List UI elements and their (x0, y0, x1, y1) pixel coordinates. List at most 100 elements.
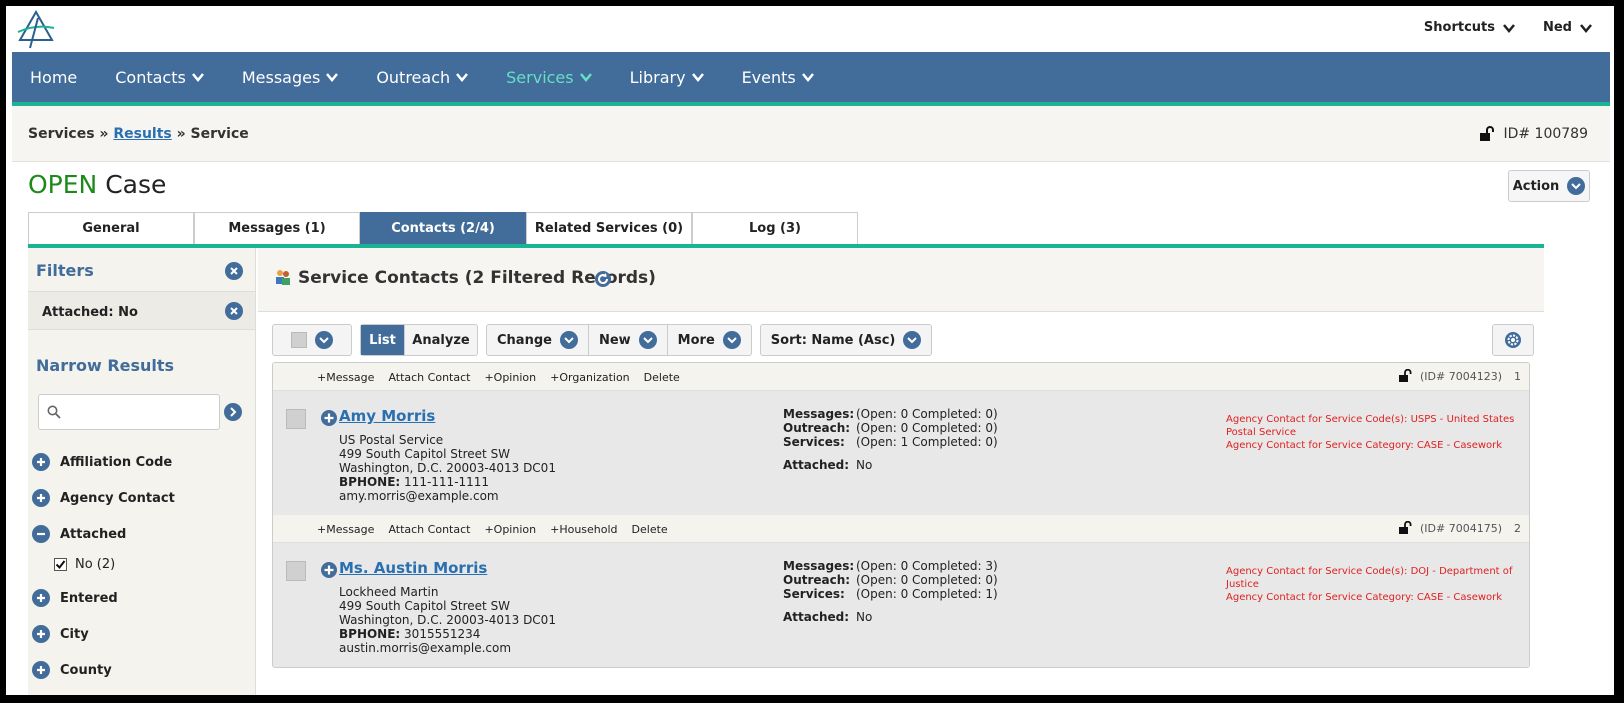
record-id: (ID# 7004123) 1 (1398, 369, 1521, 383)
case-title: Case (97, 170, 167, 199)
tab-contacts[interactable]: Contacts (2/4) (360, 212, 526, 244)
breadcrumb: Services » Results » Service (28, 126, 249, 142)
unlock-icon[interactable] (1398, 369, 1414, 383)
stat-key: Messages: (783, 407, 855, 421)
active-filter: Attached: No (28, 292, 255, 330)
nav-item-outreach[interactable]: Outreach (376, 68, 469, 87)
breadcrumb-results-link[interactable]: Results (113, 126, 171, 142)
tab-messages[interactable]: Messages (1) (194, 212, 360, 244)
record-checkbox[interactable] (286, 561, 306, 581)
narrow-search-input[interactable] (67, 397, 217, 427)
action-button[interactable]: Action (1508, 170, 1590, 202)
user-menu[interactable]: Ned (1543, 20, 1592, 35)
sort-label: Sort: Name (Asc) (770, 332, 896, 348)
remove-filter-icon[interactable] (225, 302, 243, 320)
facet-affiliation-code[interactable]: Affiliation Code (32, 453, 172, 471)
change-label: Change (497, 332, 552, 348)
tab-log[interactable]: Log (3) (692, 212, 858, 244)
nav-item-library[interactable]: Library (630, 68, 704, 87)
facet-label: County (60, 662, 112, 678)
facet-entered[interactable]: Entered (32, 589, 118, 607)
email-line: amy.morris@example.com (339, 489, 499, 503)
facet-agency-contact[interactable]: Agency Contact (32, 489, 175, 507)
list-view-button[interactable]: List (361, 325, 405, 355)
facet-label: Agency Contact (60, 490, 175, 506)
record-action-organization[interactable]: +Organization (550, 371, 630, 384)
chevron-down-icon (326, 73, 339, 82)
stat-row: Services: (Open: 0 Completed: 1) (783, 587, 998, 601)
new-menu[interactable]: New (589, 325, 668, 355)
record-action-household[interactable]: +Household (550, 523, 617, 536)
nav-item-events[interactable]: Events (742, 68, 814, 87)
facet-attached[interactable]: Attached (32, 525, 126, 543)
nav-item-messages[interactable]: Messages (242, 68, 339, 87)
action-label: Action (1512, 178, 1560, 194)
record-action-message[interactable]: +Message (317, 523, 374, 536)
contact-name-link[interactable]: Amy Morris (339, 407, 435, 425)
chevron-down-icon (638, 331, 657, 349)
tab-related[interactable]: Related Services (0) (526, 212, 692, 244)
address-line: Washington, D.C. 20003-4013 DC01 (339, 613, 556, 627)
facet-option[interactable]: No (2) (54, 557, 115, 572)
settings-button[interactable] (1492, 324, 1534, 356)
agency-note: Agency Contact for Service Code(s): USPS… (1226, 414, 1515, 438)
nav-item-label: Events (741, 67, 796, 87)
attached-row: Attached: No (783, 610, 998, 624)
more-menu[interactable]: More (668, 325, 751, 355)
facet-county[interactable]: County (32, 661, 112, 679)
record-action-delete[interactable]: Delete (632, 523, 668, 536)
breadcrumb-current: Service (190, 126, 249, 142)
analyze-view-button[interactable]: Analyze (405, 325, 477, 355)
table-row: +Message Attach Contact +Opinion +Household… (273, 515, 1529, 667)
title-bar: OPEN Case Action (12, 162, 1610, 212)
shortcuts-label: Shortcuts (1423, 20, 1495, 35)
nav-item-home[interactable]: Home (30, 68, 77, 87)
expand-plus-icon[interactable] (320, 409, 338, 427)
expand-plus-icon[interactable] (320, 561, 338, 579)
record-action-opinion[interactable]: +Opinion (484, 371, 536, 384)
tab-general[interactable]: General (28, 212, 194, 244)
phone-line: BPHONE: 3015551234 (339, 627, 556, 641)
facet-option-checkbox[interactable] (54, 558, 67, 571)
app-logo-icon[interactable] (16, 10, 56, 50)
contact-name-link[interactable]: Ms. Austin Morris (339, 559, 487, 577)
select-dropdown[interactable] (273, 325, 351, 355)
nav-item-contacts[interactable]: Contacts (115, 68, 204, 87)
contact-stats: Messages: (Open: 0 Completed: 3) Outreach:… (783, 559, 998, 624)
phone-label: BPHONE: (339, 627, 401, 641)
chevron-down-icon (559, 331, 578, 349)
breadcrumb-bar: Services » Results » Service ID# 100789 (12, 106, 1610, 162)
phone-value: 3015551234 (400, 627, 481, 641)
stat-key: Messages: (783, 559, 855, 573)
unlock-icon[interactable] (1479, 126, 1495, 142)
sort-menu[interactable]: Sort: Name (Asc) (761, 325, 932, 355)
search-go-icon[interactable] (224, 403, 242, 421)
clear-filters-icon[interactable] (225, 262, 243, 280)
contact-stats: Messages: (Open: 0 Completed: 0) Outreach:… (783, 407, 998, 472)
record-checkbox[interactable] (286, 409, 306, 429)
refresh-icon[interactable] (594, 270, 612, 288)
action-group: Change New More (486, 324, 752, 356)
gear-icon (1505, 332, 1521, 348)
collapse-minus-icon (32, 525, 50, 543)
new-label: New (598, 332, 631, 348)
filter-sidebar: Filters Attached: No Narrow Results Affi… (28, 248, 256, 695)
record-action-opinion[interactable]: +Opinion (484, 523, 536, 536)
change-menu[interactable]: Change (487, 325, 589, 355)
record-action-message[interactable]: +Message (317, 371, 374, 384)
stat-value: (Open: 0 Completed: 0) (856, 573, 998, 587)
attached-row: Attached: No (783, 458, 998, 472)
chevron-down-icon (315, 331, 333, 349)
record-action-attachcontact[interactable]: Attach Contact (388, 371, 470, 384)
stat-key: Services: (783, 435, 845, 449)
record-action-delete[interactable]: Delete (644, 371, 680, 384)
agency-note: Agency Contact for Service Category: CAS… (1226, 592, 1503, 603)
facet-city[interactable]: City (32, 625, 89, 643)
select-all-checkbox[interactable] (291, 332, 307, 348)
record-action-attachcontact[interactable]: Attach Contact (388, 523, 470, 536)
unlock-icon[interactable] (1398, 521, 1414, 535)
facet-label: Affiliation Code (60, 454, 173, 470)
nav-item-services[interactable]: Services (506, 68, 592, 87)
shortcuts-menu[interactable]: Shortcuts (1424, 20, 1515, 35)
filters-header: Filters (28, 248, 255, 292)
